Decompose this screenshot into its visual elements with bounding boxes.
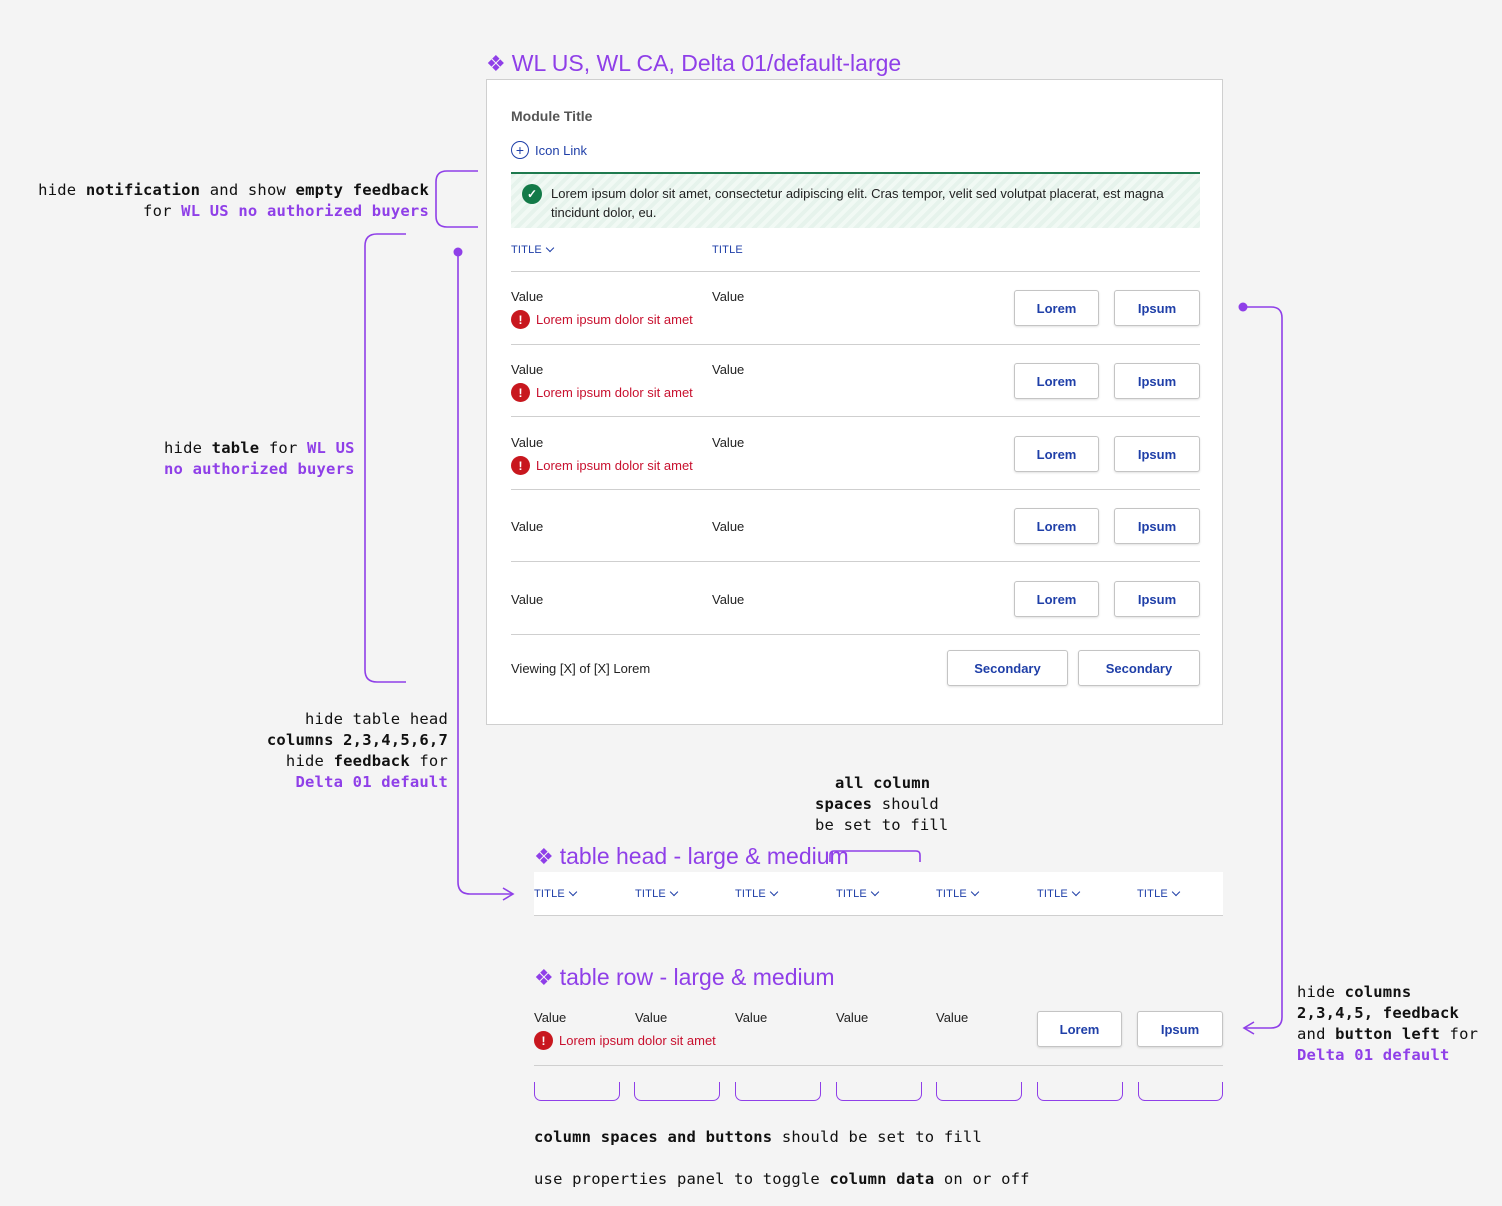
chevron-down-icon [568, 887, 578, 897]
table-header-sortable[interactable]: TITLE [635, 887, 679, 900]
table-header-sortable[interactable]: TITLE [511, 243, 555, 256]
component-diamond-icon: ❖ [534, 964, 554, 990]
column-space-bracket [735, 1082, 821, 1101]
column-space-bracket [936, 1082, 1022, 1101]
chevron-down-icon [1171, 887, 1181, 897]
table-header-sortable[interactable]: TITLE [936, 887, 980, 900]
cell-value: Value [511, 435, 544, 450]
table-head: TITLE TITLE [511, 240, 1200, 272]
lorem-button[interactable]: Lorem [1014, 290, 1099, 326]
lorem-button[interactable]: Lorem [1037, 1011, 1122, 1047]
table-row: Value Value ! Lorem ipsum dolor sit amet… [511, 418, 1200, 490]
error-icon: ! [511, 310, 530, 329]
cell-value: Value [735, 1010, 768, 1025]
annotation-notification: hide notification and show empty feedbac… [38, 181, 429, 220]
cell-value: Value [712, 435, 745, 450]
connector-dot [1238, 302, 1248, 312]
cell-value: Value [836, 1010, 869, 1025]
notification-bracket [435, 170, 478, 228]
column-space-bracket [1037, 1082, 1123, 1101]
table-row: Value Value ! Lorem ipsum dolor sit amet… [511, 345, 1200, 417]
cell-value: Value [511, 592, 544, 607]
table-header-sortable[interactable]: TITLE [1037, 887, 1081, 900]
cell-value: Value [511, 362, 544, 377]
component-title-table-row: ❖ table row - large & medium [534, 964, 835, 990]
error-icon: ! [511, 383, 530, 402]
error-icon: ! [511, 456, 530, 475]
component-diamond-icon: ❖ [486, 50, 506, 76]
ipsum-button[interactable]: Ipsum [1114, 508, 1200, 544]
secondary-button[interactable]: Secondary [947, 650, 1068, 686]
table-bracket [364, 233, 406, 683]
connector-dot [453, 247, 463, 257]
cell-value: Value [712, 592, 745, 607]
error-feedback: ! Lorem ipsum dolor sit amet [511, 383, 693, 402]
ipsum-button[interactable]: Ipsum [1114, 363, 1200, 399]
checkmark-icon: ✓ [522, 184, 542, 204]
annotation-table-head: hide table head columns 2,3,4,5,6,7 hide… [266, 710, 448, 791]
cell-value: Value [712, 362, 745, 377]
table-header-sortable[interactable]: TITLE [1137, 887, 1181, 900]
error-feedback: ! Lorem ipsum dolor sit amet [511, 310, 693, 329]
pagination-text: Viewing [X] of [X] Lorem [511, 661, 651, 676]
icon-link[interactable]: + Icon Link [511, 141, 587, 159]
table-header: TITLE [712, 244, 743, 256]
table-row-connector [1244, 306, 1283, 1029]
success-notification: ✓ Lorem ipsum dolor sit amet, consectetu… [511, 172, 1200, 228]
chevron-down-icon [669, 887, 679, 897]
error-icon: ! [534, 1031, 553, 1050]
chevron-down-icon [870, 887, 880, 897]
notification-text: Lorem ipsum dolor sit amet, consectetur … [551, 186, 1164, 220]
lorem-button[interactable]: Lorem [1014, 436, 1099, 472]
cell-value: Value [534, 1010, 567, 1025]
column-space-bracket [634, 1082, 720, 1101]
cell-value: Value [511, 289, 544, 304]
table-row: Value Value Lorem Ipsum [511, 490, 1200, 562]
error-feedback: ! Lorem ipsum dolor sit amet [511, 456, 693, 475]
secondary-button[interactable]: Secondary [1078, 650, 1200, 686]
annotation-column-spaces: all column spaces should be set to fill [815, 774, 949, 834]
annotation-bottom-toggle: use properties panel to toggle column da… [534, 1170, 1030, 1188]
component-title-table-head: ❖ table head - large & medium [534, 843, 849, 869]
plus-circle-icon: + [511, 141, 529, 159]
column-space-bracket [534, 1082, 620, 1101]
table-row-component: Value Value Value Value Value ! Lorem ip… [534, 1002, 1223, 1066]
table-header-sortable[interactable]: TITLE [534, 887, 578, 900]
error-feedback: ! Lorem ipsum dolor sit amet [534, 1031, 716, 1050]
ipsum-button[interactable]: Ipsum [1114, 436, 1200, 472]
column-space-bracket [836, 1082, 922, 1101]
lorem-button[interactable]: Lorem [1014, 363, 1099, 399]
chevron-down-icon [1071, 887, 1081, 897]
table-head-component: TITLE TITLE TITLE TITLE TITLE TITLE TITL… [534, 872, 1223, 916]
annotation-bottom-fill: column spaces and buttons should be set … [534, 1128, 982, 1146]
lorem-button[interactable]: Lorem [1014, 508, 1099, 544]
ipsum-button[interactable]: Ipsum [1114, 581, 1200, 617]
chevron-down-icon [970, 887, 980, 897]
cell-value: Value [511, 519, 544, 534]
table-row: Value Value ! Lorem ipsum dolor sit amet… [511, 273, 1200, 345]
cell-value: Value [635, 1010, 668, 1025]
ipsum-button[interactable]: Ipsum [1114, 290, 1200, 326]
chevron-down-icon [545, 243, 555, 253]
table-header-sortable[interactable]: TITLE [735, 887, 779, 900]
module-title: Module Title [511, 108, 593, 124]
table-row: Value Value Lorem Ipsum [511, 563, 1200, 635]
ipsum-button[interactable]: Ipsum [1137, 1011, 1223, 1047]
column-space-bracket [1138, 1082, 1223, 1101]
module-card: Module Title + Icon Link ✓ Lorem ipsum d… [486, 79, 1223, 725]
cell-value: Value [712, 289, 745, 304]
lorem-button[interactable]: Lorem [1014, 581, 1099, 617]
cell-value: Value [936, 1010, 969, 1025]
annotation-table: hide table for WL US no authorized buyer… [164, 439, 355, 478]
annotation-row-columns: hide columns 2,3,4,5, feedback and butto… [1297, 983, 1479, 1064]
component-diamond-icon: ❖ [534, 843, 554, 869]
table-header-sortable[interactable]: TITLE [836, 887, 880, 900]
cell-value: Value [712, 519, 745, 534]
chevron-down-icon [769, 887, 779, 897]
component-title-main: ❖ WL US, WL CA, Delta 01/default-large [486, 50, 902, 76]
